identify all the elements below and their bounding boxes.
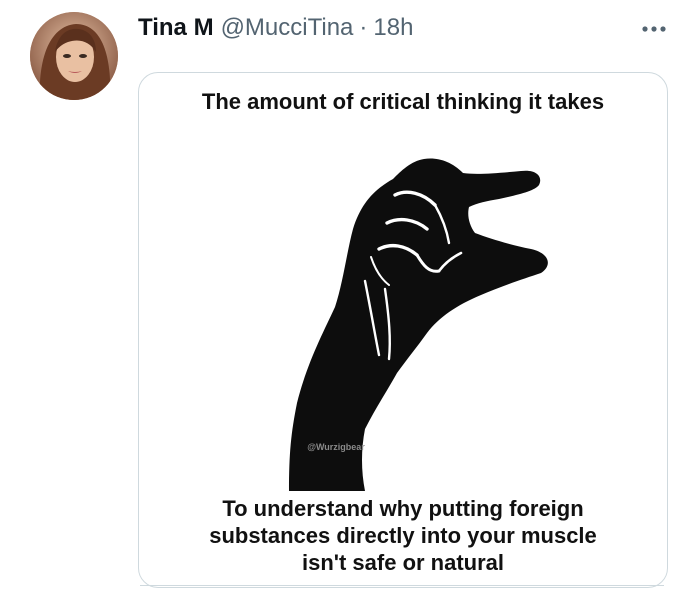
watermark-text: @Wurzigbear	[307, 442, 365, 452]
meme-top-text: The amount of critical thinking it takes	[201, 89, 605, 114]
pinch-hand-illustration	[289, 158, 548, 491]
display-name[interactable]: Tina M	[138, 14, 214, 42]
user-handle[interactable]: @MucciTina	[221, 14, 354, 42]
separator-dot: ·	[359, 14, 368, 41]
tweet-header: Tina M @MucciTina · 18h	[138, 14, 413, 46]
card-bottom-divider	[140, 585, 664, 586]
profile-photo	[30, 12, 118, 100]
tweet-media-card[interactable]: The amount of critical thinking it takes…	[138, 72, 668, 588]
avatar[interactable]	[30, 12, 118, 100]
meme-bottom-text: To understand why putting foreign substa…	[209, 496, 597, 575]
more-options-button[interactable]	[632, 14, 676, 44]
timestamp[interactable]: 18h	[373, 14, 413, 42]
more-horizontal-icon	[642, 26, 666, 32]
